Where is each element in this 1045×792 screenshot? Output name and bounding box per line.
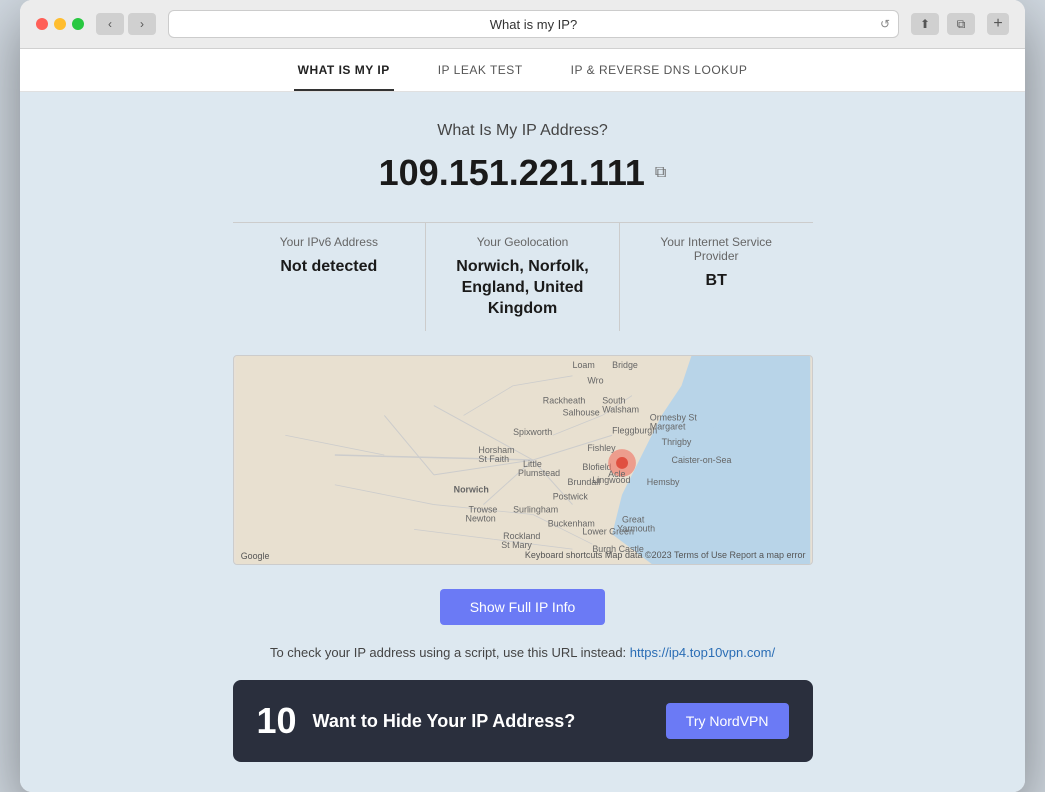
ip-address-row: 109.151.221.111 ⧉ [379,152,667,194]
svg-text:Margaret: Margaret [649,422,685,432]
svg-text:Bridge: Bridge [612,360,638,370]
ipv6-value: Not detected [253,257,406,278]
geolocation-box: Your Geolocation Norwich, Norfolk, Engla… [425,222,619,331]
svg-text:Norwich: Norwich [453,485,488,495]
svg-text:Newton: Newton [465,514,495,524]
nav-item-ip-reverse-dns[interactable]: IP & REVERSE DNS LOOKUP [567,49,752,91]
geolocation-label: Your Geolocation [446,235,599,249]
svg-text:Spixworth: Spixworth [513,428,552,438]
url-text: What is my IP? [490,17,577,32]
map-footer-text: Keyboard shortcuts Map data ©2023 Terms … [525,550,806,560]
svg-text:Wro: Wro [587,376,603,386]
browser-window: ‹ › What is my IP? ↺ ⬆ ⧉ + WHAT IS MY IP… [20,0,1025,792]
svg-text:Google: Google [240,551,269,561]
ipv6-box: Your IPv6 Address Not detected [233,222,426,331]
nav-item-ip-leak-test[interactable]: IP LEAK TEST [434,49,527,91]
hide-ip-banner: 10 Want to Hide Your IP Address? Try Nor… [233,680,813,762]
new-tab-button[interactable]: + [987,13,1009,35]
svg-text:Hemsby: Hemsby [646,477,679,487]
svg-text:Salhouse: Salhouse [562,408,599,418]
banner-number: 10 [257,700,297,742]
info-boxes: Your IPv6 Address Not detected Your Geol… [233,222,813,331]
browser-chrome: ‹ › What is my IP? ↺ ⬆ ⧉ + [20,0,1025,49]
ip-address: 109.151.221.111 [379,152,645,194]
back-button[interactable]: ‹ [96,13,124,35]
script-url-link[interactable]: https://ip4.top10vpn.com/ [630,645,775,660]
copy-icon[interactable]: ⧉ [655,164,666,182]
banner-left: 10 Want to Hide Your IP Address? [257,700,576,742]
browser-actions: ⬆ ⧉ [911,13,975,35]
svg-text:Acle: Acle [608,469,625,479]
svg-text:Fishley: Fishley [587,443,616,453]
svg-text:St Mary: St Mary [501,541,532,551]
main-content: What Is My IP Address? 109.151.221.111 ⧉… [20,92,1025,792]
isp-label: Your Internet Service Provider [640,235,793,263]
address-bar[interactable]: What is my IP? ↺ [168,10,899,38]
svg-text:Thrigby: Thrigby [661,438,691,448]
traffic-lights [36,18,84,30]
close-button[interactable] [36,18,48,30]
minimize-button[interactable] [54,18,66,30]
maximize-button[interactable] [72,18,84,30]
ipv6-label: Your IPv6 Address [253,235,406,249]
banner-title: Want to Hide Your IP Address? [313,711,576,732]
svg-text:Loam: Loam [572,360,594,370]
script-note: To check your IP address using a script,… [270,645,775,660]
svg-text:Caister-on-Sea: Caister-on-Sea [671,455,731,465]
isp-value: BT [640,271,793,292]
svg-text:Plumstead: Plumstead [518,468,560,478]
page-title: What Is My IP Address? [437,122,607,140]
svg-text:Rackheath: Rackheath [542,396,585,406]
show-full-ip-button[interactable]: Show Full IP Info [440,589,606,625]
refresh-icon[interactable]: ↺ [880,17,890,31]
map-container: HorshamSt Faith Spixworth Rackheath Wro … [233,355,813,565]
geolocation-value: Norwich, Norfolk, England, United Kingdo… [446,257,599,319]
svg-text:Walsham: Walsham [602,405,639,415]
forward-button[interactable]: › [128,13,156,35]
svg-text:Surlingham: Surlingham [513,505,558,515]
top-nav: WHAT IS MY IP IP LEAK TEST IP & REVERSE … [20,49,1025,92]
svg-text:Postwick: Postwick [552,492,588,502]
map-footer: Keyboard shortcuts Map data ©2023 Terms … [525,550,806,560]
share-button[interactable]: ⬆ [911,13,939,35]
page-content: WHAT IS MY IP IP LEAK TEST IP & REVERSE … [20,49,1025,792]
nav-buttons: ‹ › [96,13,156,35]
isp-box: Your Internet Service Provider BT [619,222,813,331]
svg-text:Yarmouth: Yarmouth [617,524,655,534]
bookmark-button[interactable]: ⧉ [947,13,975,35]
nav-item-what-is-my-ip[interactable]: WHAT IS MY IP [294,49,394,91]
try-vpn-button[interactable]: Try NordVPN [666,703,789,739]
